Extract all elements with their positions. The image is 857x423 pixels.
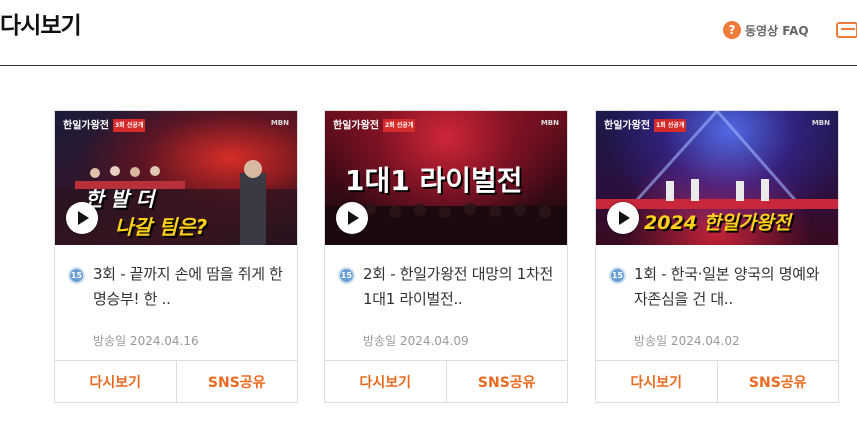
video-faq-label: 동영상 FAQ [745,23,809,38]
episode-info: 15 1회 - 한국·일본 양국의 명예와 자존심을 건 대.. 방송일 202… [596,245,838,360]
thumbnail-caption-line1: 한 발 더 [85,187,155,211]
thumbnail-logo: 한일가왕전 2회 선공개 [333,119,416,132]
mbn-logo: MBN [540,119,559,127]
page-title: 다시보기 [0,13,82,39]
card-actions: 다시보기 SNS공유 [596,360,838,402]
age-rating-15-icon: 15 [68,267,85,284]
episode-card: 한일가왕전 1회 선공개 MBN 2024 한일가왕전 15 1회 - 한국·일본… [595,110,839,403]
air-date: 방송일 2024.04.02 [634,334,740,348]
episode-info: 15 3회 - 끝까지 손에 땀을 쥐게 한 명승부! 한 .. 방송일 202… [55,245,297,360]
card-actions: 다시보기 SNS공유 [55,360,297,402]
play-icon[interactable] [607,202,639,234]
air-date: 방송일 2024.04.16 [93,334,199,348]
thumbnail-caption-line1: 1대1 라이벌전 [345,164,523,197]
episode-title[interactable]: 1회 - 한국·일본 양국의 명예와 자존심을 건 대.. [634,262,826,312]
episode-thumbnail[interactable]: 한일가왕전 1회 선공개 MBN 2024 한일가왕전 [596,111,838,245]
episode-info: 15 2회 - 한일가왕전 대망의 1차전 1대1 라이벌전.. 방송일 202… [325,245,567,360]
episode-card: 한일가왕전 2회 선공개 MBN 1대1 라이벌전 15 2회 - 한일가왕전 대… [324,110,568,403]
mbn-logo: MBN [811,119,830,127]
episode-thumbnail[interactable]: 한일가왕전 2회 선공개 MBN 1대1 라이벌전 [325,111,567,245]
episode-title[interactable]: 2회 - 한일가왕전 대망의 1차전 1대1 라이벌전.. [363,262,555,312]
episode-card: 한일가왕전 3회 선공개 MBN 한 발 더 나갈 팀은? 15 3회 - 끝까지… [54,110,298,403]
sns-share-button[interactable]: SNS공유 [716,361,839,402]
page-header: 다시보기 ? 동영상 FAQ [0,0,857,66]
sns-share-button[interactable]: SNS공유 [445,361,568,402]
video-faq-link[interactable]: ? 동영상 FAQ [723,21,809,39]
replay-button[interactable]: 다시보기 [55,361,176,402]
card-actions: 다시보기 SNS공유 [325,360,567,402]
thumbnail-logo: 한일가왕전 1회 선공개 [604,119,687,132]
sns-share-button[interactable]: SNS공유 [175,361,298,402]
episode-title[interactable]: 3회 - 끝까지 손에 땀을 쥐게 한 명승부! 한 .. [93,262,285,312]
play-icon[interactable] [336,202,368,234]
episode-thumbnail[interactable]: 한일가왕전 3회 선공개 MBN 한 발 더 나갈 팀은? [55,111,297,245]
mbn-logo: MBN [270,119,289,127]
replay-button[interactable]: 다시보기 [596,361,717,402]
window-icon[interactable] [836,22,857,38]
replay-button[interactable]: 다시보기 [325,361,446,402]
thumbnail-caption-line2: 나갈 팀은? [115,215,208,239]
air-date: 방송일 2024.04.09 [363,334,469,348]
play-icon[interactable] [66,202,98,234]
age-rating-15-icon: 15 [338,267,355,284]
question-circle-icon: ? [723,21,741,39]
thumbnail-logo: 한일가왕전 3회 선공개 [63,119,146,132]
thumbnail-caption-line1: 2024 한일가왕전 [644,212,791,234]
age-rating-15-icon: 15 [609,267,626,284]
